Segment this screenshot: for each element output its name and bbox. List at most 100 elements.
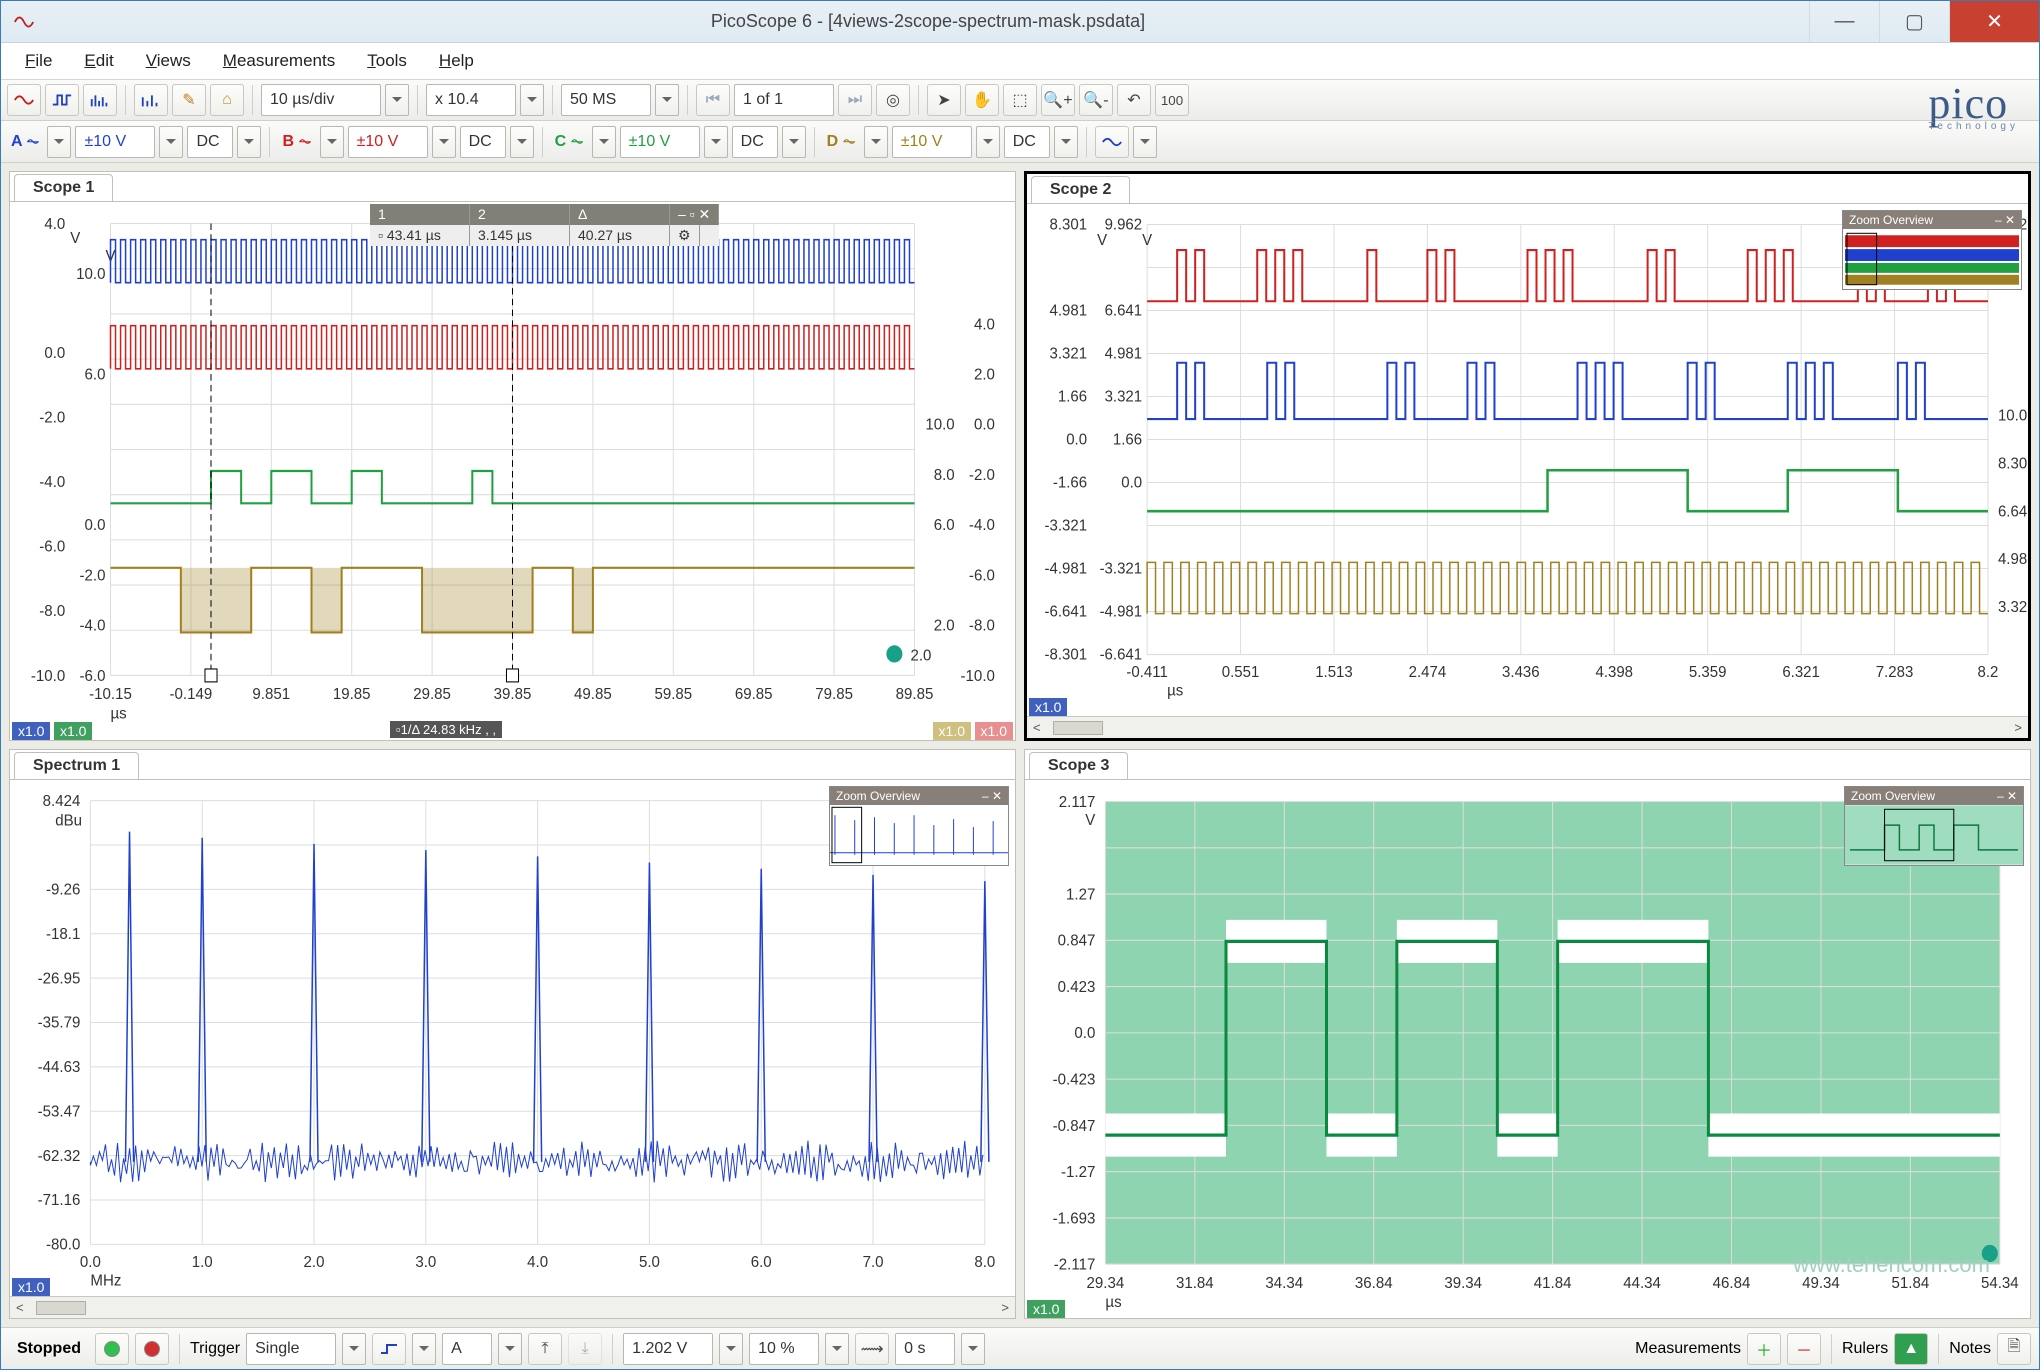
svg-text:10.0: 10.0 <box>76 266 106 284</box>
trigger-mode-dd[interactable] <box>342 1333 366 1365</box>
scope2-view[interactable]: Scope 2 8.3014.9813.3211.660.0-1.66-3.32… <box>1024 171 2031 741</box>
channel-b-range[interactable]: ±10 V <box>348 126 428 158</box>
trigger-edge-icon[interactable] <box>372 1333 406 1365</box>
scope1-view[interactable]: Scope 1 4.00.0-2.0-4.0-6.0-8.0-10.010.06… <box>9 171 1016 741</box>
measurements-remove-icon[interactable]: － <box>1787 1333 1821 1365</box>
siggen-icon[interactable] <box>1095 126 1129 158</box>
channel-a-range-dd[interactable] <box>159 126 183 158</box>
scope-mode-icon[interactable] <box>7 84 41 116</box>
falling-edge-icon[interactable]: ⤓ <box>568 1333 602 1365</box>
wand-icon[interactable]: ✎ <box>172 84 206 116</box>
close-button[interactable]: ✕ <box>1949 1 2039 42</box>
scope2-tab[interactable]: Scope 2 <box>1031 176 1130 203</box>
channel-a-coupling[interactable]: DC <box>187 126 233 158</box>
channel-d-coupling-dd[interactable] <box>1054 126 1078 158</box>
channel-c-coupling[interactable]: DC <box>732 126 778 158</box>
channel-d-coupling[interactable]: DC <box>1004 126 1050 158</box>
channel-a-range[interactable]: ±10 V <box>75 126 155 158</box>
persistence-mode-icon[interactable] <box>45 84 79 116</box>
trigger-source-dd[interactable] <box>498 1333 522 1365</box>
spectrum1-view[interactable]: Spectrum 1 8.424-9.26-18.1-26.95-35.79-4… <box>9 749 1016 1319</box>
trigger-pretrig[interactable]: 10 % <box>749 1333 819 1365</box>
pointer-icon[interactable]: ➤ <box>927 84 961 116</box>
spectrum1-hscroll[interactable]: <> <box>10 1296 1015 1318</box>
maximize-button[interactable]: ▢ <box>1879 1 1949 42</box>
buffer-display[interactable]: 1 of 1 <box>734 84 834 116</box>
menu-tools[interactable]: Tools <box>351 47 423 75</box>
trigger-source[interactable]: A <box>442 1333 492 1365</box>
trigger-delay[interactable]: 0 s <box>895 1333 955 1365</box>
channel-d-range-dd[interactable] <box>976 126 1000 158</box>
trigger-edge-dd[interactable] <box>412 1333 436 1365</box>
trigger-level[interactable]: 1.202 V <box>623 1333 713 1365</box>
zoom-dropdown[interactable] <box>520 84 544 116</box>
scope1-plot[interactable]: 4.00.0-2.0-4.0-6.0-8.0-10.010.06.00.0-2.… <box>10 202 1015 740</box>
rising-edge-icon[interactable]: ⤒ <box>528 1333 562 1365</box>
zoom-rect-icon[interactable]: ⬚ <box>1003 84 1037 116</box>
scope3-zoom-overview[interactable]: Zoom Overview– ✕ <box>1844 786 2024 866</box>
home-icon[interactable]: ⌂ <box>210 84 244 116</box>
channel-c-coupling-dd[interactable] <box>782 126 806 158</box>
spectrum1-plot[interactable]: 8.424-9.26-18.1-26.95-35.79-44.63-53.47-… <box>10 780 1015 1296</box>
minimize-button[interactable]: — <box>1809 1 1879 42</box>
svg-text:34.34: 34.34 <box>1265 1274 1303 1292</box>
menu-help[interactable]: Help <box>423 47 490 75</box>
scope1-tab[interactable]: Scope 1 <box>14 174 113 201</box>
menu-edit[interactable]: Edit <box>68 47 129 75</box>
channel-b-coupling[interactable]: DC <box>460 126 506 158</box>
zoom-factor[interactable]: x 10.4 <box>426 84 516 116</box>
scope3-plot[interactable]: 2.1171.270.8470.4230.0-0.423-0.847-1.27-… <box>1025 780 2030 1318</box>
channel-d-range[interactable]: ±10 V <box>892 126 972 158</box>
scope2-plot[interactable]: 8.3014.9813.3211.660.0-1.66-3.321-4.981-… <box>1027 204 2028 716</box>
channel-c-menu[interactable] <box>592 126 616 158</box>
svg-text:0.551: 0.551 <box>1222 664 1260 681</box>
svg-text:6.0: 6.0 <box>934 517 955 535</box>
spectrum2-icon[interactable] <box>134 84 168 116</box>
channel-c-range[interactable]: ±10 V <box>620 126 700 158</box>
zoom-in-icon[interactable]: 🔍+ <box>1041 84 1075 116</box>
svg-text:19.85: 19.85 <box>333 686 371 704</box>
measurements-add-icon[interactable]: ＋ <box>1747 1333 1781 1365</box>
timebase-dropdown[interactable] <box>385 84 409 116</box>
menu-file[interactable]: File <box>9 47 68 75</box>
svg-text:4.981: 4.981 <box>1105 345 1143 362</box>
svg-text:4.0: 4.0 <box>974 316 995 334</box>
channel-d-menu[interactable] <box>864 126 888 158</box>
trigger-mode[interactable]: Single <box>246 1333 336 1365</box>
spectrum1-tab[interactable]: Spectrum 1 <box>14 752 139 779</box>
undo-icon[interactable]: ↶ <box>1117 84 1151 116</box>
channel-c-range-dd[interactable] <box>704 126 728 158</box>
rulers-icon[interactable]: ▲ <box>1894 1333 1928 1365</box>
channel-a-coupling-dd[interactable] <box>237 126 261 158</box>
timebase-select[interactable]: 10 µs/div <box>261 84 381 116</box>
spectrum1-zoom-overview[interactable]: Zoom Overview– ✕ <box>829 786 1009 866</box>
zoom-out-icon[interactable]: 🔍- <box>1079 84 1113 116</box>
run-button[interactable] <box>95 1333 129 1365</box>
svg-text:-8.0: -8.0 <box>39 603 65 621</box>
svg-text:8.2: 8.2 <box>1978 664 1999 681</box>
channel-b-menu[interactable] <box>320 126 344 158</box>
scope3-view[interactable]: Scope 3 2.1171.270.8470.4230.0-0.423-0.8… <box>1024 749 2031 1319</box>
samples-dropdown[interactable] <box>655 84 679 116</box>
spectrum-mode-icon[interactable] <box>83 84 117 116</box>
siggen-dd[interactable] <box>1133 126 1157 158</box>
scope2-zoom-overview[interactable]: Zoom Overview– ✕ <box>1842 210 2022 290</box>
scope2-hscroll[interactable]: <> <box>1027 716 2028 738</box>
svg-text:V: V <box>1142 232 1153 249</box>
menu-measurements[interactable]: Measurements <box>207 47 351 75</box>
delay-icon[interactable]: ⟿ <box>855 1333 889 1365</box>
hand-icon[interactable]: ✋ <box>965 84 999 116</box>
channel-b-coupling-dd[interactable] <box>510 126 534 158</box>
compass-icon[interactable]: ◎ <box>876 84 910 116</box>
buffer-first-icon[interactable]: ⏮ <box>696 84 730 116</box>
notes-icon[interactable]: 🗎 <box>1997 1333 2031 1365</box>
stop-button[interactable] <box>135 1333 169 1365</box>
channel-b-range-dd[interactable] <box>432 126 456 158</box>
samples-select[interactable]: 50 MS <box>561 84 651 116</box>
zoom-100-icon[interactable]: 100 <box>1155 84 1189 116</box>
buffer-last-icon[interactable]: ⏭ <box>838 84 872 116</box>
scope3-tab[interactable]: Scope 3 <box>1029 752 1128 779</box>
menu-views[interactable]: Views <box>130 47 207 75</box>
svg-text:1.27: 1.27 <box>1066 886 1095 904</box>
channel-a-menu[interactable] <box>47 126 71 158</box>
